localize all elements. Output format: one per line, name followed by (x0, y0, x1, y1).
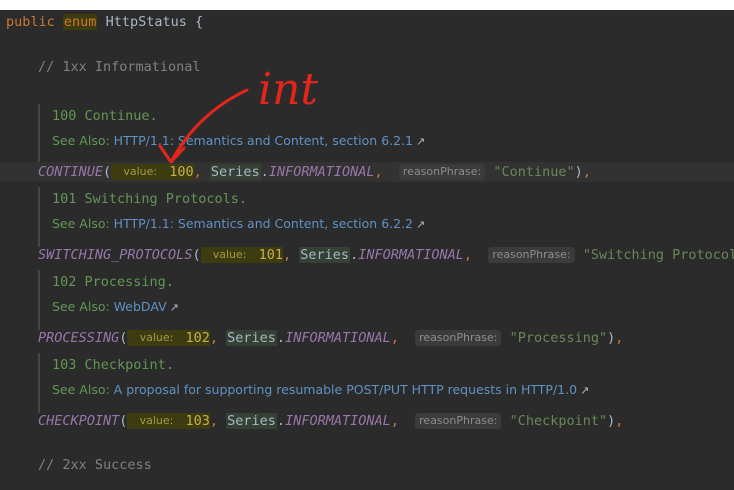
code-editor[interactable]: public enum HttpStatus { // 1xx Informat… (0, 10, 734, 490)
annotation-arrow-icon (158, 88, 249, 164)
